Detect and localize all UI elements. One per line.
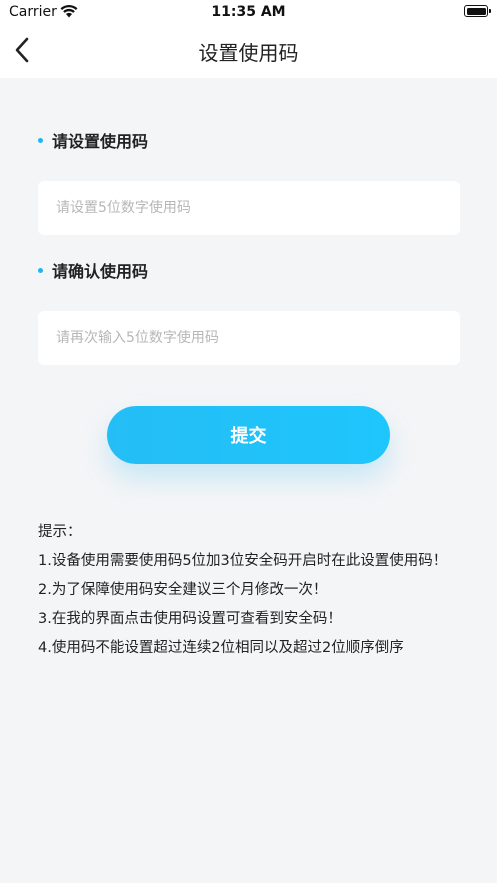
tip-line: 4.使用码不能设置超过连续2位相同以及超过2位顺序倒序 <box>38 640 404 656</box>
navigation-bar: Carrier 11:35 AM 设置使用码 <box>0 0 497 78</box>
tip-line: 1.设备使用需要使用码5位加3位安全码开启时在此设置使用码！ <box>38 553 448 569</box>
confirm-code-label-row: 请确认使用码 <box>38 258 148 282</box>
bullet-dot-icon <box>38 138 43 143</box>
confirm-code-label: 请确认使用码 <box>52 262 149 281</box>
confirm-code-input[interactable] <box>38 311 460 365</box>
set-code-label-row: 请设置使用码 <box>38 128 148 152</box>
set-code-label: 请设置使用码 <box>52 132 149 151</box>
status-time: 11:35 AM <box>211 4 286 20</box>
tip-line: 3.在我的界面点击使用码设置可查看到安全码！ <box>38 611 342 627</box>
set-code-input[interactable] <box>38 181 460 235</box>
status-bar: Carrier 11:35 AM <box>0 0 497 26</box>
page-title: 设置使用码 <box>198 41 299 65</box>
tips-heading: 提示： <box>38 524 82 540</box>
tips-section: 提示： 1.设备使用需要使用码5位加3位安全码开启时在此设置使用码！ 2.为了保… <box>38 518 478 663</box>
submit-button[interactable]: 提交 <box>107 406 390 464</box>
tip-line: 2.为了保障使用码安全建议三个月修改一次！ <box>38 582 328 598</box>
bullet-dot-icon <box>38 268 43 273</box>
battery-icon <box>464 5 491 17</box>
